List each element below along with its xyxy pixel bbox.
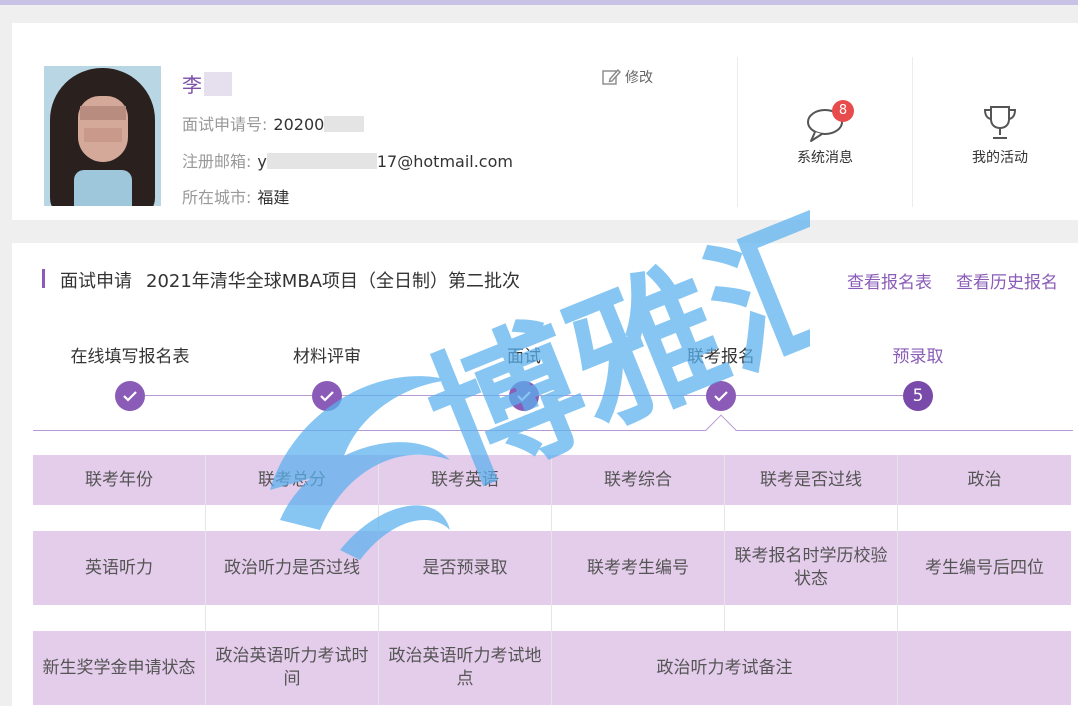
user-name: 李 [182,69,232,98]
application-number-row: 面试申请号: 20200 [182,111,365,135]
view-history-link[interactable]: 查看历史报名 [956,268,1058,293]
application-section: 面试申请 2021年清华全球MBA项目（全日制）第二批次 查看报名表 查看历史报名… [12,243,1078,706]
table-header-cell: 联考总分 [206,455,379,505]
step-done-check-icon [706,381,736,411]
message-count-badge: 8 [832,100,854,122]
table-header-cell: 联考英语 [379,455,552,505]
table-header-cell: 政治英语听力考试时间 [206,631,379,705]
table-header-cell: 政治英语听力考试地点 [379,631,552,705]
system-messages-label: 系统消息 [797,150,853,166]
section-marker [42,269,45,288]
table-value-cell [552,605,725,631]
divider [737,57,738,207]
table-header-cell: 联考报名时学历校验状态 [725,531,898,605]
table-row: 英语听力 政治听力是否过线 是否预录取 联考考生编号 联考报名时学历校验状态 考… [33,531,1078,605]
my-activities-button[interactable]: 我的活动 [940,103,1060,167]
table-value-cell [33,505,206,531]
table-row: 联考年份 联考总分 联考英语 联考综合 联考是否过线 政治 [33,455,1078,505]
table-value-cell [379,605,552,631]
step-done-check-icon [115,381,145,411]
table-header-cell [898,631,1071,705]
step-label-online-form: 在线填写报名表 [70,347,190,367]
profile-card: 李 修改 面试申请号: 20200 注册邮箱: y 17@hotmail.com 所在… [12,23,1078,220]
my-activities-label: 我的活动 [972,150,1028,166]
table-header-cell: 政治听力是否过线 [206,531,379,605]
table-value-cell [206,505,379,531]
city-row: 所在城市: 福建 [182,188,290,207]
edit-profile-button[interactable]: 修改 [602,67,653,87]
step-label-material-review: 材料评审 [293,347,361,367]
table-header-cell: 政治听力考试备注 [552,631,898,705]
edit-label: 修改 [625,70,653,86]
table-value-cell [552,505,725,531]
table-value-cell [33,605,206,631]
step-label-exam-registration: 联考报名 [687,347,755,367]
table-header-cell: 联考考生编号 [552,531,725,605]
step-done-check-icon [312,381,342,411]
divider [912,57,913,207]
table-header-cell: 是否预录取 [379,531,552,605]
step-done-check-icon [509,381,539,411]
table-header-cell: 考生编号后四位 [898,531,1071,605]
edit-icon [602,68,621,85]
step-label-interview: 面试 [507,347,541,367]
view-form-link[interactable]: 查看报名表 [847,268,932,293]
table-value-cell [898,605,1071,631]
table-value-cell [379,505,552,531]
email-row: 注册邮箱: y 17@hotmail.com [182,152,513,171]
table-header-cell: 新生奖学金申请状态 [33,631,206,705]
trophy-icon [983,106,1017,139]
table-value-cell [725,605,898,631]
table-header-cell: 联考综合 [552,455,725,505]
step-label-pre-admission: 预录取 [892,347,944,367]
active-step-pointer [705,414,737,446]
table-row: 新生奖学金申请状态 政治英语听力考试时间 政治英语听力考试地点 政治听力考试备注 [33,631,1078,705]
table-value-row [33,605,1078,631]
table-header-cell: 英语听力 [33,531,206,605]
steps-divider [33,430,1073,431]
table-value-cell [206,605,379,631]
section-title: 面试申请 2021年清华全球MBA项目（全日制）第二批次 [60,271,520,292]
system-messages-button[interactable]: 8 系统消息 [765,100,885,167]
step-number-badge: 5 [903,381,933,411]
avatar [44,66,161,206]
table-header-cell: 联考是否过线 [725,455,898,505]
table-value-cell [898,505,1071,531]
table-value-row [33,505,1078,531]
table-header-cell: 政治 [898,455,1071,505]
top-accent-bar [0,0,1078,5]
table-header-cell: 联考年份 [33,455,206,505]
table-value-cell [725,505,898,531]
section-links: 查看报名表 查看历史报名 [847,268,1058,293]
exam-info-table: 联考年份 联考总分 联考英语 联考综合 联考是否过线 政治 英语听力 政治听力是… [33,455,1078,705]
